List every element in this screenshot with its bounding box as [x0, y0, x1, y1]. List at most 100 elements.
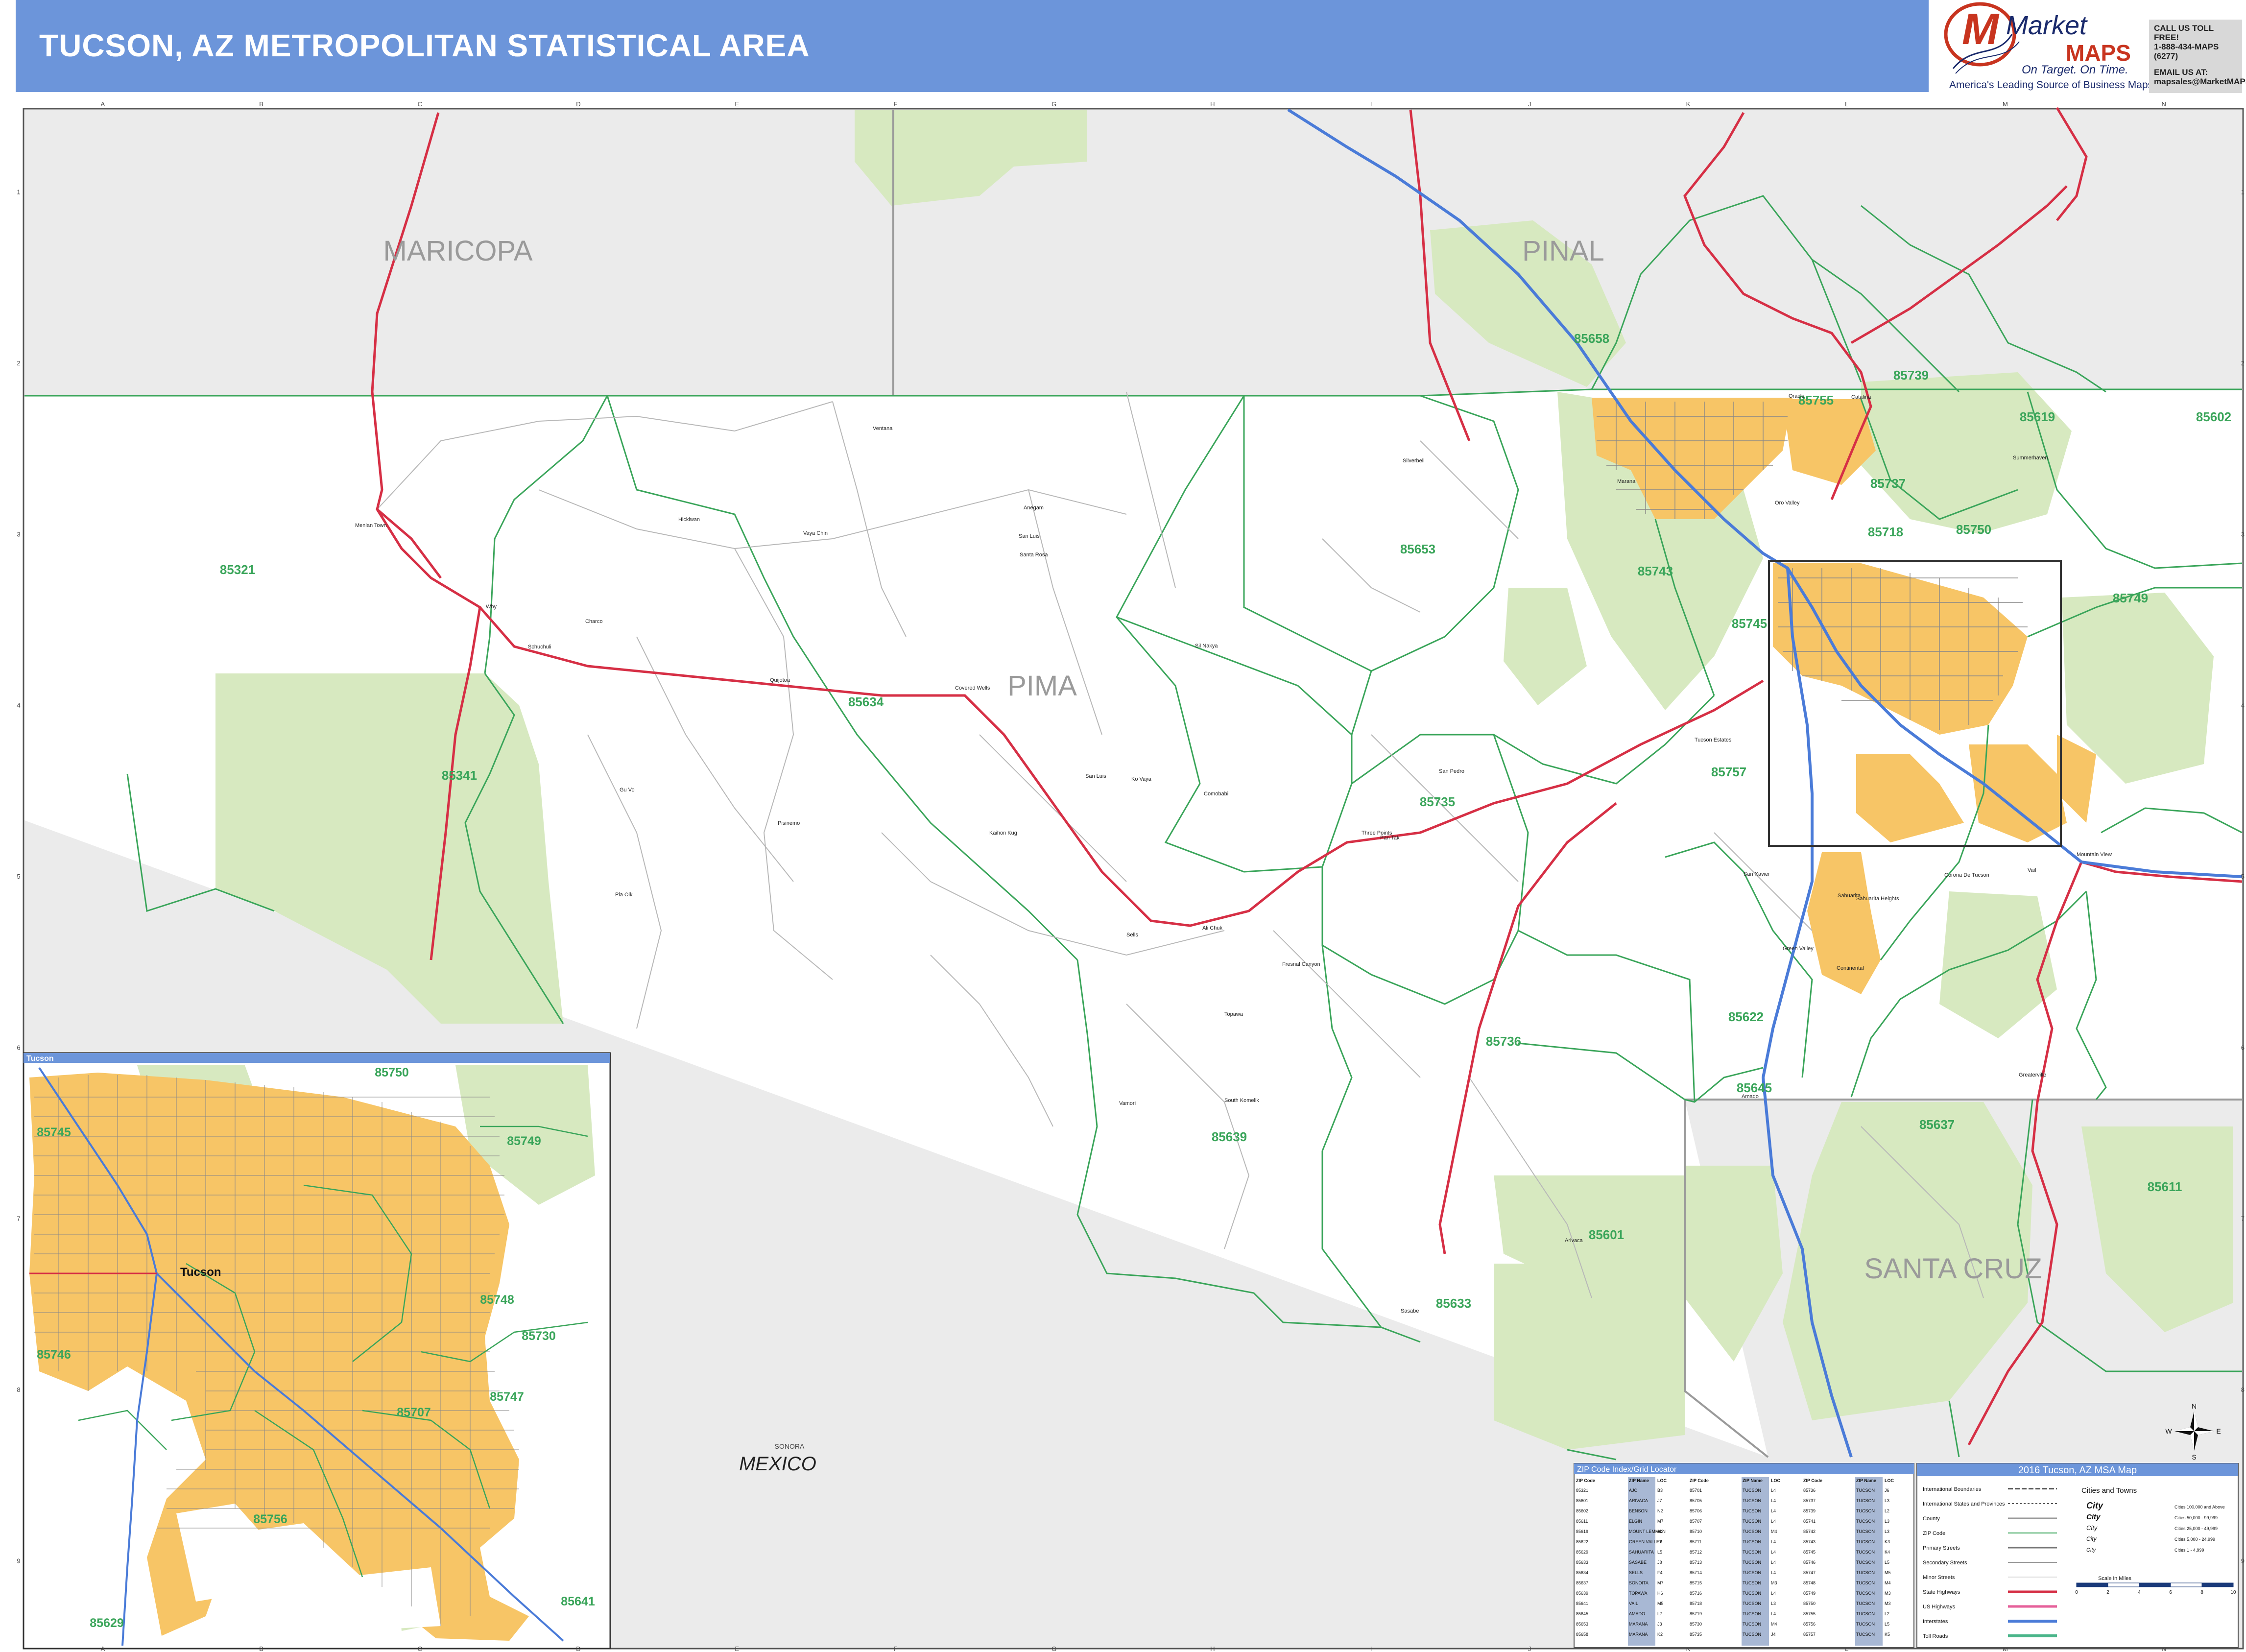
grid-row-label: 6 — [17, 1044, 20, 1051]
grid-column-label: B — [259, 100, 263, 108]
zip-index-loc: B3 — [1657, 1488, 1663, 1493]
zip-index-loc: L5 — [1885, 1560, 1889, 1565]
grid-row-label: 5 — [17, 873, 20, 880]
place-label: Ko Vaya — [1131, 776, 1152, 782]
grid-row-label: 2 — [2241, 359, 2245, 367]
country-label-mexico: MEXICO — [739, 1453, 816, 1475]
zip-index-zip: 85619 — [1576, 1529, 1588, 1534]
scale-tick-label: 4 — [2138, 1590, 2141, 1595]
zip-index-zip: 85641 — [1576, 1601, 1588, 1606]
zip-index-loc: K2 — [1657, 1632, 1663, 1637]
zip-index-name: AJO — [1629, 1488, 1638, 1493]
zip-index-zip: 85757 — [1803, 1632, 1816, 1637]
county-label-maricopa: MARICOPA — [383, 235, 532, 267]
svg-text:S: S — [2192, 1453, 2196, 1461]
legend-city-sample: City — [2086, 1513, 2101, 1521]
zip-label: 85633 — [1436, 1296, 1471, 1311]
zip-index-loc: L4 — [1771, 1498, 1776, 1503]
zip-index-zip: 85730 — [1690, 1622, 1702, 1627]
zip-index-name: TUCSON — [1743, 1580, 1761, 1585]
zip-label: 85611 — [2148, 1179, 2182, 1194]
place-label: Santa Rosa — [1020, 552, 1048, 558]
zip-index-name: TUCSON — [1743, 1498, 1761, 1503]
zip-index-zip: 85739 — [1803, 1508, 1816, 1513]
zip-index-title: ZIP Code Index/Grid Locator — [1577, 1465, 1677, 1474]
legend-city-pop: Cities 25,000 - 49,999 — [2174, 1526, 2218, 1531]
grid-row-label: 8 — [17, 1386, 20, 1393]
grid-row-label: 5 — [2241, 873, 2245, 880]
inset-zip-label: 85746 — [37, 1348, 71, 1362]
zip-index-name: TUCSON — [1743, 1622, 1761, 1627]
scale-tick-label: 2 — [2106, 1590, 2109, 1595]
zip-index-zip: 85611 — [1576, 1519, 1588, 1524]
legend-item-label: Primary Streets — [1923, 1545, 1960, 1551]
grid-column-label: D — [576, 1645, 580, 1652]
legend-item-label: State Highways — [1923, 1589, 1960, 1595]
grid-column-label: B — [259, 1645, 263, 1652]
grid-row-label: 1 — [17, 189, 20, 196]
zip-index-loc: M5 — [1885, 1570, 1891, 1575]
zip-index-loc: L4 — [1771, 1508, 1776, 1513]
tucson-msa-map[interactable]: MARICOPA PINAL PIMA SANTA CRUZ MEXICO SO… — [0, 0, 2246, 1652]
zip-index-loc: M7 — [1657, 1519, 1664, 1524]
grid-column-label: E — [735, 1645, 739, 1652]
zip-index-zip: 85713 — [1690, 1560, 1702, 1565]
grid-column-label: H — [1210, 100, 1215, 108]
zip-label: 85739 — [1893, 368, 1929, 383]
zip-index-name: TUCSON — [1743, 1508, 1761, 1513]
grid-row-label: 9 — [2241, 1557, 2245, 1564]
zip-index-loc: L5 — [1885, 1622, 1889, 1627]
zip-index-zip: 85714 — [1690, 1570, 1702, 1575]
legend-title: 2016 Tucson, AZ MSA Map — [2018, 1465, 2137, 1476]
place-label: Covered Wells — [955, 685, 990, 691]
zip-index-name: ARIVACA — [1629, 1498, 1648, 1503]
place-label: Topawa — [1224, 1011, 1243, 1017]
legend-item-label: US Highways — [1923, 1604, 1956, 1610]
zip-index-loc: J7 — [1657, 1498, 1662, 1503]
zip-index-header: ZIP Name — [1743, 1478, 1763, 1483]
place-label: Oro Valley — [1775, 500, 1800, 506]
zip-index-name: SELLS — [1629, 1570, 1643, 1575]
zip-index-name: TUCSON — [1743, 1570, 1761, 1575]
zip-index-zip: 85653 — [1576, 1622, 1588, 1627]
grid-row-label: 1 — [2241, 189, 2245, 196]
zip-index-loc: M3 — [1771, 1580, 1777, 1585]
grid-row-label: 7 — [2241, 1215, 2245, 1222]
place-label: Sahuarita Heights — [1856, 896, 1899, 902]
grid-column-label: J — [1528, 100, 1531, 108]
zip-label: 85745 — [1732, 616, 1767, 631]
zip-index-loc: M3 — [1885, 1601, 1891, 1606]
place-label: San Luis — [1019, 533, 1040, 539]
grid-column-label: L — [1845, 100, 1848, 108]
place-label: San Luis — [1085, 773, 1106, 779]
place-label: Marana — [1617, 479, 1636, 484]
place-label: Sells — [1126, 932, 1138, 938]
grid-row-label: 2 — [17, 359, 20, 367]
svg-text:N: N — [2192, 1402, 2197, 1410]
zip-index-zip: 85706 — [1690, 1508, 1702, 1513]
zip-index-zip: 85710 — [1690, 1529, 1702, 1534]
zip-index-header: LOC — [1657, 1478, 1667, 1483]
zip-index-name: MARANA — [1629, 1622, 1648, 1627]
zip-index-zip: 85715 — [1690, 1580, 1702, 1585]
place-label: Amado — [1742, 1094, 1759, 1100]
zip-index-name: TUCSON — [1856, 1539, 1875, 1544]
legend-item-label: County — [1923, 1516, 1940, 1522]
zip-index-loc: L4 — [1771, 1560, 1776, 1565]
zip-index-zip: 85746 — [1803, 1560, 1816, 1565]
zip-index-zip: 85743 — [1803, 1539, 1816, 1544]
place-label: Vamori — [1119, 1101, 1136, 1106]
zip-index-loc: L4 — [1771, 1570, 1776, 1575]
zip-label: 85321 — [220, 562, 255, 577]
zip-index-loc: L2 — [1885, 1508, 1889, 1513]
svg-text:W: W — [2165, 1427, 2172, 1435]
scale-tick-label: 6 — [2169, 1590, 2172, 1595]
legend-item-label: Minor Streets — [1923, 1575, 1955, 1580]
zip-index-name: TUCSON — [1743, 1539, 1761, 1544]
grid-column-label: J — [1528, 1645, 1531, 1652]
place-label: Tucson Estates — [1695, 737, 1732, 743]
zip-index-name: MARANA — [1629, 1632, 1648, 1637]
inset-zip-label: 85750 — [375, 1066, 409, 1079]
zip-index-zip: 85737 — [1803, 1498, 1816, 1503]
zip-index-zip: 85601 — [1576, 1498, 1588, 1503]
